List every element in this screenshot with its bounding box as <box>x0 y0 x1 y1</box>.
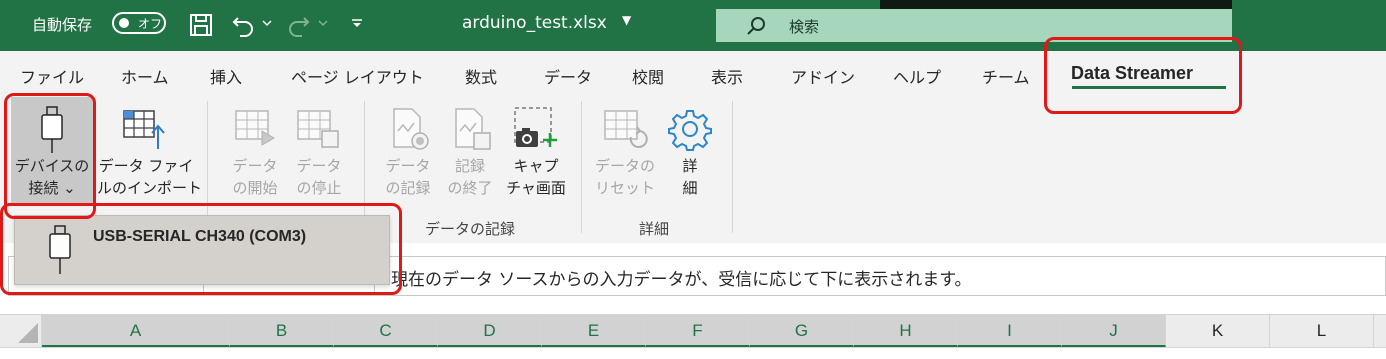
undo-dropdown-icon[interactable] <box>262 20 272 28</box>
tab-team[interactable]: チーム <box>982 64 1030 88</box>
tab-addins[interactable]: アドイン <box>791 64 855 88</box>
record-data-label-1: データ <box>385 157 431 175</box>
stop-recording-label-2: の終了 <box>447 179 493 197</box>
undo-icon[interactable] <box>230 12 256 38</box>
tab-view[interactable]: 表示 <box>711 64 743 88</box>
formula-bar[interactable]: 現在のデータ ソースからの入力データが、受信に応じて下に表示されます。 <box>374 256 1386 296</box>
reset-data-label-2: リセット <box>594 179 655 197</box>
column-header-h[interactable]: H <box>854 315 958 347</box>
column-header-j[interactable]: J <box>1062 315 1166 347</box>
capture-screen-label-1: キャプ <box>513 157 559 175</box>
record-data-icon <box>393 108 429 150</box>
group-label-details: 詳細 <box>639 220 670 238</box>
tab-data[interactable]: データ <box>544 64 592 88</box>
column-header-i[interactable]: I <box>958 315 1062 347</box>
column-header-d[interactable]: D <box>438 315 542 347</box>
details-label-1: 詳 <box>682 157 698 175</box>
column-header-e[interactable]: E <box>542 315 646 347</box>
stop-data-icon <box>297 110 339 148</box>
tab-insert[interactable]: 挿入 <box>210 64 242 88</box>
start-data-label-2: の開始 <box>232 179 278 197</box>
formula-text: 現在のデータ ソースからの入力データが、受信に応じて下に表示されます。 <box>391 270 972 290</box>
gear-icon <box>668 110 712 151</box>
record-data-button[interactable]: データ の記録 <box>378 97 438 205</box>
autosave-toggle[interactable]: オフ <box>112 12 166 34</box>
autosave-knob <box>119 18 129 28</box>
tab-formulas[interactable]: 数式 <box>465 64 497 88</box>
ribbon-separator <box>581 101 582 233</box>
tab-help[interactable]: ヘルプ <box>893 64 941 88</box>
capture-screen-icon <box>514 107 557 147</box>
stop-recording-button[interactable]: 記録 の終了 <box>440 97 500 205</box>
stop-recording-label-1: 記録 <box>454 157 485 175</box>
import-table-icon <box>123 110 165 149</box>
column-header-c[interactable]: C <box>334 315 438 347</box>
highlight-connect-device <box>4 93 96 219</box>
reset-data-button[interactable]: データの リセット <box>592 97 658 205</box>
select-all-triangle-icon <box>18 323 38 343</box>
column-header-f[interactable]: F <box>646 315 750 347</box>
redo-icon[interactable] <box>286 12 312 38</box>
select-all-button[interactable] <box>0 315 42 347</box>
redo-dropdown-icon[interactable] <box>318 20 328 28</box>
save-icon[interactable] <box>189 13 213 37</box>
start-data-icon <box>235 110 275 146</box>
column-header-g[interactable]: G <box>750 315 854 347</box>
tab-home[interactable]: ホーム <box>121 64 169 88</box>
title-dark-strip <box>880 0 1232 9</box>
reset-data-icon <box>604 110 648 148</box>
column-header-b[interactable]: B <box>230 315 334 347</box>
reset-data-label-1: データの <box>594 157 655 175</box>
tab-file[interactable]: ファイル <box>20 64 84 88</box>
autosave-label: 自動保存 <box>32 16 93 34</box>
file-name-caret-icon[interactable]: ▼ <box>622 13 631 27</box>
search-placeholder: 検索 <box>789 18 820 36</box>
ribbon-separator <box>732 101 733 233</box>
file-name[interactable]: arduino_test.xlsx <box>462 13 607 33</box>
details-button[interactable]: 詳 細 <box>660 97 720 205</box>
customize-toolbar-icon[interactable] <box>350 18 364 30</box>
highlight-device-option <box>0 203 402 295</box>
start-data-button[interactable]: データ の開始 <box>224 97 286 205</box>
stop-data-label-2: の停止 <box>296 179 342 197</box>
capture-screen-button[interactable]: キャプ チャ画面 <box>502 97 570 205</box>
import-data-file-button[interactable]: データ ファイ ルのインポート <box>97 97 203 205</box>
stop-data-label-1: データ <box>296 157 342 175</box>
import-data-file-label-1: データ ファイ <box>98 157 194 175</box>
column-headers: A B C D E F G H I J K L <box>0 314 1386 348</box>
search-icon <box>747 17 765 35</box>
column-header-k[interactable]: K <box>1166 315 1270 347</box>
tab-review[interactable]: 校閲 <box>632 64 664 88</box>
tab-page-layout[interactable]: ページ レイアウト <box>291 64 424 88</box>
stop-recording-icon <box>455 108 491 150</box>
capture-screen-label-2: チャ画面 <box>506 179 566 197</box>
details-label-2: 細 <box>682 179 698 197</box>
start-data-label-1: データ <box>232 157 278 175</box>
group-label-record: データの記録 <box>425 220 516 238</box>
autosave-state: オフ <box>138 17 163 31</box>
stop-data-button[interactable]: データ の停止 <box>288 97 350 205</box>
import-data-file-label-2: ルのインポート <box>97 179 203 197</box>
column-header-a[interactable]: A <box>42 315 230 347</box>
column-header-l[interactable]: L <box>1270 315 1374 347</box>
highlight-data-streamer-tab <box>1044 37 1242 114</box>
record-data-label-2: の記録 <box>385 179 431 197</box>
